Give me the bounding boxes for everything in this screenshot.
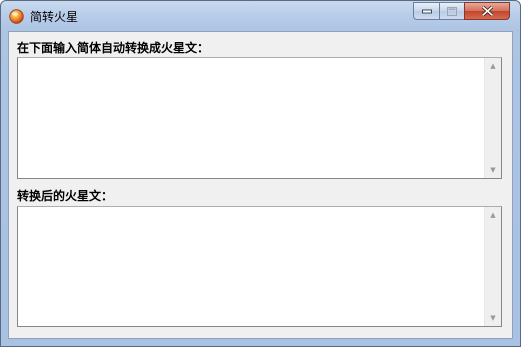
scroll-down-arrow-icon[interactable]: ▼ — [485, 162, 501, 178]
window-title: 简转火星 — [30, 10, 79, 24]
main-window: 简转火星 在下面输入简体自动转换成火星文： ▲ ▼ 转换后的火星文： ▲ ▼ — [0, 0, 521, 347]
scroll-up-arrow-icon[interactable]: ▲ — [485, 207, 501, 223]
scroll-up-arrow-icon[interactable]: ▲ — [485, 58, 501, 74]
output-scrollbar[interactable]: ▲ ▼ — [484, 207, 501, 326]
input-label: 在下面输入简体自动转换成火星文： — [17, 41, 210, 55]
scroll-down-arrow-icon[interactable]: ▼ — [485, 310, 501, 326]
minimize-icon — [421, 9, 432, 14]
app-logo-icon — [9, 9, 24, 24]
output-textbox-container: ▲ ▼ — [17, 206, 502, 327]
output-textarea[interactable] — [18, 207, 485, 326]
input-textbox-container: ▲ ▼ — [17, 57, 502, 179]
input-scrollbar[interactable]: ▲ ▼ — [484, 58, 501, 178]
input-textarea[interactable] — [18, 58, 485, 178]
maximize-icon — [447, 6, 457, 16]
title-bar[interactable]: 简转火星 — [1, 1, 520, 31]
maximize-button[interactable] — [439, 2, 465, 20]
close-button[interactable] — [464, 2, 510, 20]
client-area: 在下面输入简体自动转换成火星文： ▲ ▼ 转换后的火星文： ▲ ▼ — [8, 31, 513, 339]
close-icon — [481, 6, 493, 16]
minimize-button[interactable] — [413, 2, 440, 20]
output-label: 转换后的火星文： — [17, 189, 114, 203]
